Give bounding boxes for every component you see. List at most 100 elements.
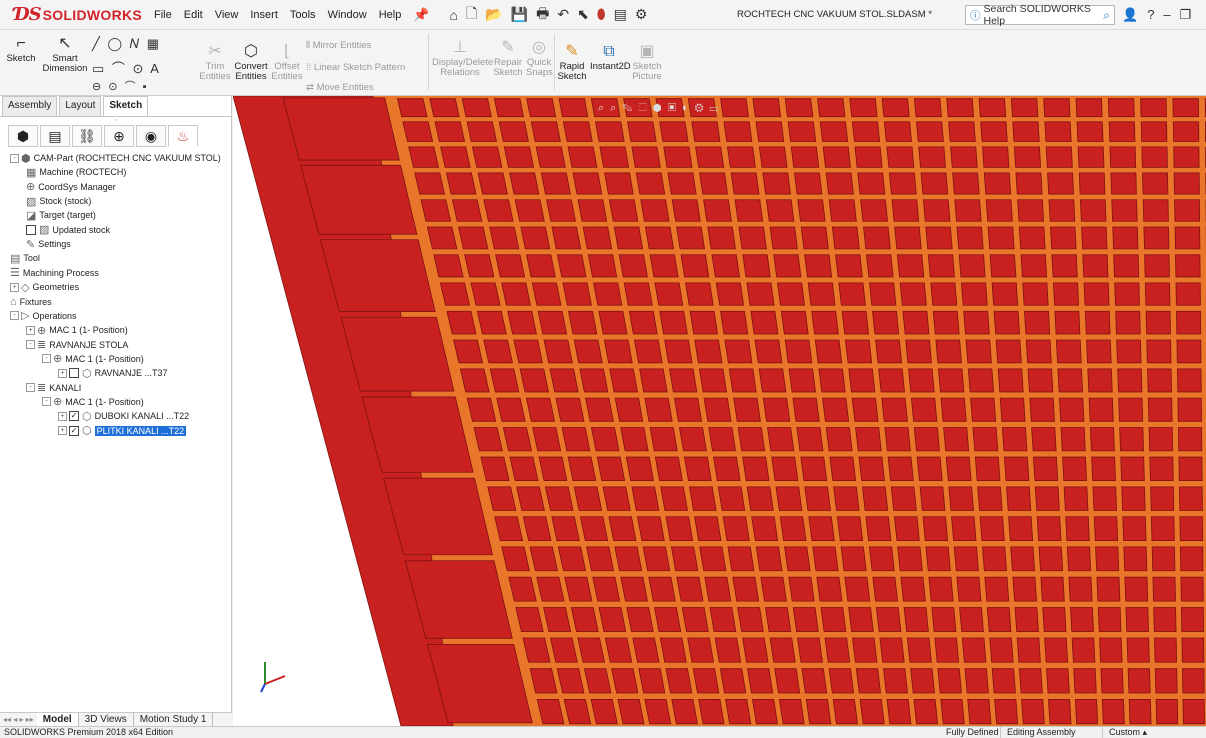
search-icon[interactable]: ⌕ (1103, 8, 1110, 23)
tree-node[interactable]: + ✓ ⬡ DUBOKI KANALI ...T22 (58, 409, 189, 423)
print-icon[interactable]: 🖶 (536, 3, 549, 27)
tree-node[interactable]: - ▷ Operations (10, 309, 77, 323)
collapse-icon[interactable]: - (26, 340, 35, 350)
tree-node[interactable]: ☰ Machining Process (10, 266, 99, 280)
tree-node[interactable]: ▤ Tool (10, 251, 40, 265)
cam-manager-icon[interactable]: ♨ (168, 125, 198, 147)
tab-nav-arrows-icon[interactable]: ◂◂ ◂ ▸ ▸▸ (0, 713, 37, 726)
suppress-checkbox[interactable]: ✓ (69, 425, 79, 436)
rect-arc-polygon-text-row[interactable]: ▭ ⌒ ⊙ A (92, 58, 161, 77)
tree-node[interactable]: + ⊕ MAC 1 (1- Position) (26, 323, 128, 337)
offset-entities-button[interactable]: ⌊ Offset Entities (270, 42, 304, 82)
minimize-icon[interactable]: – (1163, 0, 1170, 30)
tree-node[interactable]: ▨ Stock (stock) (26, 194, 91, 208)
convert-entities-button[interactable]: ⬡ Convert Entities (232, 42, 270, 82)
repair-sketch-button[interactable]: ✎ Repair Sketch (492, 38, 524, 78)
save-icon[interactable]: 💾 (511, 6, 528, 23)
options-icon[interactable]: ⚙ (635, 6, 648, 23)
tree-node[interactable]: - ≣ RAVNANJE STOLA (26, 338, 128, 352)
tab-assembly[interactable]: Assembly (2, 96, 58, 116)
tab-layout[interactable]: Layout (59, 96, 102, 116)
menu-help[interactable]: Help (373, 0, 408, 30)
linear-pattern-button[interactable]: ⁞⁞ Linear Sketch Pattern (306, 62, 405, 73)
restore-icon[interactable]: ❐ (1180, 0, 1192, 30)
collapse-icon[interactable]: - (26, 383, 35, 393)
tab-sketch[interactable]: Sketch (103, 96, 149, 116)
trim-entities-button[interactable]: ✂ Trim Entities (198, 42, 232, 82)
tree-node[interactable]: ▨ Updated stock (26, 223, 110, 237)
new-document-icon[interactable]: 🗋 (466, 3, 477, 27)
user-icon[interactable]: 👤 (1122, 0, 1138, 30)
tree-node[interactable]: - ≣ KANALI (26, 381, 81, 395)
undo-icon[interactable]: ↶ (557, 6, 569, 23)
suppress-checkbox[interactable]: ✓ (69, 411, 79, 422)
tab-3d-views[interactable]: 3D Views (79, 713, 134, 726)
tree-node[interactable]: - ⊕ MAC 1 (1- Position) (42, 395, 144, 409)
vacuum-pad (790, 146, 820, 168)
file-properties-icon[interactable]: ▤ (614, 6, 627, 23)
tab-motion-study[interactable]: Motion Study 1 (134, 713, 214, 726)
solidworks-logo[interactable]: ƊS SOLIDWORKS (14, 4, 142, 25)
collapse-icon[interactable]: - (10, 311, 19, 321)
vacuum-pad (1116, 339, 1142, 364)
sketch-picture-button[interactable]: ▣ Sketch Picture (630, 42, 664, 82)
vacuum-pad (758, 146, 788, 168)
vacuum-pad (649, 427, 678, 452)
tab-model[interactable]: Model (36, 713, 79, 726)
help-menu-icon[interactable]: ? (1147, 0, 1154, 30)
move-entities-button[interactable]: ⇄ Move Entities (306, 82, 374, 93)
help-search-input[interactable]: ⓘ Search SOLIDWORKS Help ⌕ (965, 3, 1115, 27)
vacuum-table-model[interactable] (233, 96, 1206, 726)
tree-node[interactable]: ◪ Target (target) (26, 208, 96, 222)
menu-window[interactable]: Window (322, 0, 373, 30)
tree-node[interactable]: + ⬡ RAVNANJE ...T37 (58, 366, 167, 380)
menu-file[interactable]: File (148, 0, 178, 30)
rebuild-icon[interactable]: ⬮ (597, 6, 606, 23)
collapse-icon[interactable]: - (42, 397, 51, 407)
quick-snaps-button[interactable]: ◎ Quick Snaps (526, 38, 553, 78)
mirror-entities-button[interactable]: ⫴ Mirror Entities (306, 40, 371, 51)
expand-icon[interactable]: + (26, 325, 35, 335)
configuration-manager-icon[interactable]: ⛓ (72, 125, 102, 147)
slot-point-row[interactable]: ⊖ ⊙ ⌒ ▪ (92, 78, 149, 94)
tree-node[interactable]: - ⬢ CAM-Part (ROCHTECH CNC VAKUUM STOL) (10, 151, 221, 165)
line-circle-spline-row[interactable]: ╱ ◯ 𝑁 ▦ (92, 36, 161, 52)
tree-node[interactable]: + ✓ ⬡ PLITKI KANALI ...T22 (58, 424, 187, 438)
menu-insert[interactable]: Insert (244, 0, 284, 30)
tree-node[interactable]: ✎ Settings (26, 237, 71, 251)
property-manager-icon[interactable]: ▤ (40, 125, 70, 147)
units-selector[interactable]: Custom ▴ (1102, 727, 1147, 738)
display-delete-relations-button[interactable]: ⊥ Display/Delete Relations (432, 38, 493, 78)
collapse-icon[interactable]: - (10, 153, 19, 163)
instant2d-button[interactable]: ⧉ Instant2D (590, 42, 631, 72)
rapid-sketch-button[interactable]: ✎ Rapid Sketch (556, 42, 588, 82)
expand-icon[interactable]: + (58, 426, 67, 436)
menu-edit[interactable]: Edit (178, 0, 209, 30)
suppress-checkbox[interactable] (26, 224, 36, 235)
expand-icon[interactable]: + (58, 411, 67, 421)
expand-icon[interactable]: + (10, 282, 19, 292)
feature-manager-icon[interactable]: ⬢ (8, 125, 38, 147)
dimxpert-icon[interactable]: ⊕ (104, 125, 134, 147)
tree-node[interactable]: - ⊕ MAC 1 (1- Position) (42, 352, 144, 366)
menu-tools[interactable]: Tools (284, 0, 322, 30)
open-icon[interactable]: 📂 (485, 6, 502, 23)
tree-node[interactable]: ⊕ CoordSys Manager (26, 180, 116, 194)
expand-icon[interactable]: + (58, 368, 67, 378)
pin-menu-icon[interactable]: 📌 (413, 7, 429, 23)
panel-splitter[interactable]: ◦ (0, 116, 232, 124)
tree-node[interactable]: + ◇ Geometries (10, 280, 79, 294)
collapse-icon[interactable]: - (42, 354, 51, 364)
vacuum-pad (727, 546, 755, 572)
graphics-area[interactable]: ⌕⌕✎⬚⬢▣◐⚙▭ (233, 96, 1206, 726)
tree-node[interactable]: ▦ Machine (ROCTECH) (26, 165, 126, 179)
heads-up-view-toolbar[interactable]: ⌕⌕✎⬚⬢▣◐⚙▭ (598, 102, 724, 115)
smart-dimension-button[interactable]: ↖ Smart Dimension (42, 34, 88, 74)
home-icon[interactable]: ⌂ (450, 7, 458, 23)
sketch-button[interactable]: ⌐ Sketch (6, 34, 36, 64)
suppress-checkbox[interactable] (69, 368, 79, 379)
menu-view[interactable]: View (209, 0, 245, 30)
tree-node[interactable]: ⌂ Fixtures (10, 295, 52, 309)
appearance-icon[interactable]: ◉ (136, 125, 166, 147)
select-icon[interactable]: ⬉ (577, 6, 589, 23)
